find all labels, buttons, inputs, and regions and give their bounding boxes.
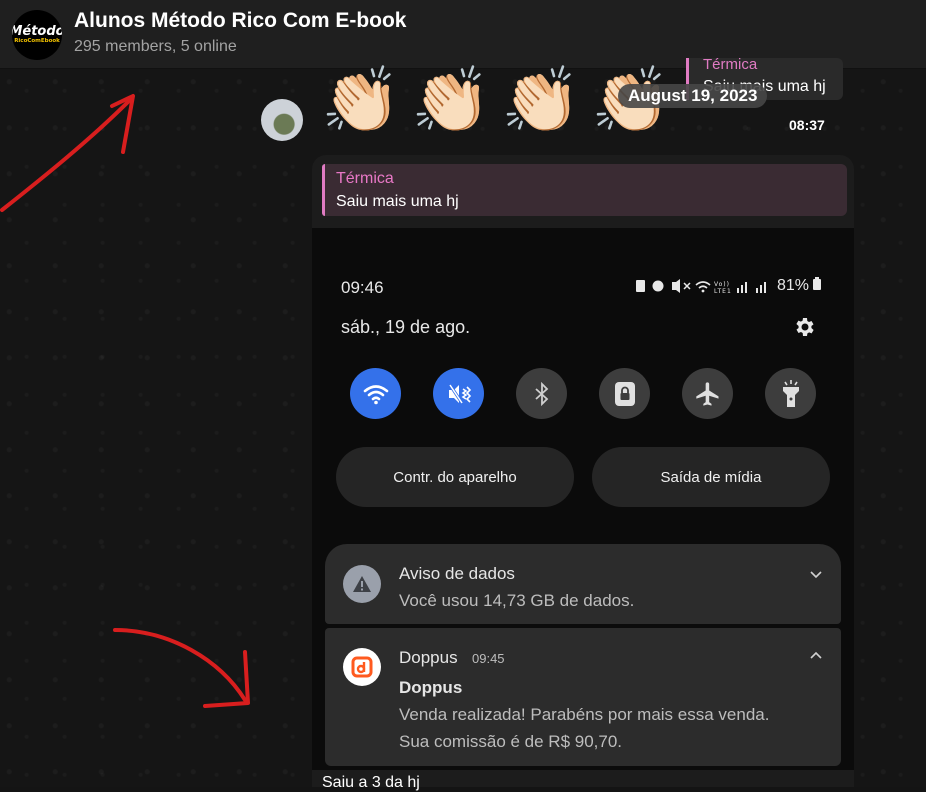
flashlight-icon [782,379,799,407]
chat-member-count: 295 members, 5 online [74,38,237,55]
media-output-button[interactable]: Saída de mídia [592,447,830,507]
notification-title: Aviso de dados [399,564,515,583]
device-control-button[interactable]: Contr. do aparelho [336,447,574,507]
doppus-notification[interactable]: Doppus 09:45 Doppus Venda realizada! Par… [325,628,841,766]
chat-title[interactable]: Alunos Método Rico Com E-book [74,9,406,33]
notification-line-1: Venda realizada! Parabéns por mais essa … [399,705,770,724]
screenshot-message[interactable]: Térmica Saiu mais uma hj 09:46 Vo)) LTE1 [312,155,854,787]
bluetooth-toggle[interactable] [516,368,567,419]
sender-avatar[interactable] [261,99,303,141]
chevron-down-icon[interactable] [809,567,823,581]
group-avatar[interactable]: Método RicoComEbook [12,10,62,60]
notification-line-2: Sua comissão é de R$ 90,70. [399,732,623,751]
status-bar-icons: Vo)) LTE1 [634,277,774,298]
chevron-up-icon[interactable] [809,649,823,663]
mute-icon [448,383,471,404]
notification-app-name: Doppus [399,648,458,667]
rotation-lock-toggle[interactable] [599,368,650,419]
phone-date: sáb., 19 de ago. [341,317,471,337]
airplane-icon [695,381,718,406]
wifi-icon [363,384,388,404]
message-time: 08:37 [789,117,825,133]
battery-percent: 81% [777,277,810,294]
notification-time: 09:45 [472,651,505,666]
svg-text:LTE1: LTE1 [714,288,732,295]
phone-screenshot-image[interactable]: 09:46 Vo)) LTE1 81% sáb., 19 de ago. Con… [312,228,854,787]
warning-icon [343,565,381,603]
clap-emoji: 👏🏻 [501,64,581,136]
clap-emoji: 👏🏻 [321,64,401,136]
airplane-mode-toggle[interactable] [682,368,733,419]
battery-level: 81% [777,277,822,295]
warning-triangle-icon [353,576,371,592]
reply-quote[interactable]: Térmica Saiu mais uma hj [322,164,847,216]
wifi-toggle[interactable] [350,368,401,419]
sound-toggle[interactable] [433,368,484,419]
previous-reply-sender: Térmica [703,56,758,73]
doppus-logo-icon [351,656,373,678]
status-icons-icon: Vo)) LTE1 [636,279,766,295]
svg-text:Vo)): Vo)) [714,281,730,288]
doppus-app-icon [343,648,381,686]
next-message[interactable]: Saiu a 3 da hj [312,770,854,791]
quick-settings-row [350,368,816,419]
status-bar-time: 09:46 [341,278,384,297]
rotation-lock-icon [614,381,635,406]
data-warning-notification[interactable]: Aviso de dados Você usou 14,73 GB de dad… [325,544,841,624]
notification-text: Você usou 14,73 GB de dados. [399,591,635,610]
avatar-logo-subtext: RicoComEbook [14,38,60,44]
settings-gear-icon[interactable] [792,315,816,339]
next-message-text: Saiu a 3 da hj [322,774,420,791]
reply-text: Saiu mais uma hj [336,193,459,210]
bluetooth-icon [534,381,548,406]
clap-emoji: 👏🏻 [411,64,491,136]
flashlight-toggle[interactable] [765,368,816,419]
avatar-logo-text: Método [12,24,62,39]
date-separator: August 19, 2023 [618,84,768,108]
battery-icon [813,277,822,290]
reply-sender: Térmica [336,170,394,187]
notification-title: Doppus [399,678,463,697]
